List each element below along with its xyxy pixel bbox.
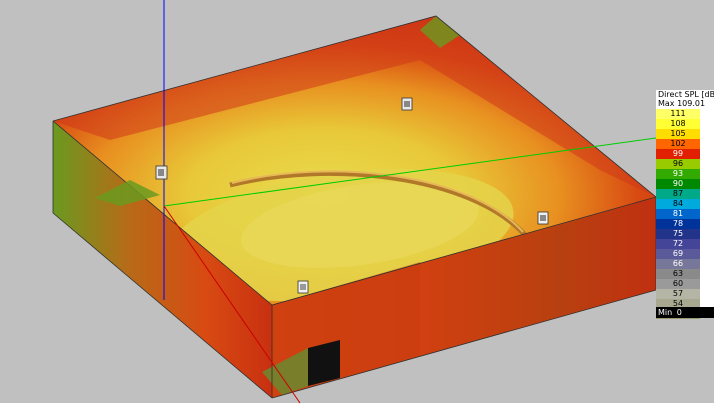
legend-step-value: 102 <box>670 139 686 148</box>
legend-step-value: 105 <box>670 129 686 138</box>
legend-step-value: 66 <box>672 259 684 268</box>
legend-step-value: 72 <box>672 239 684 248</box>
legend-step-value: 96 <box>672 159 684 168</box>
legend-step: 102 <box>656 139 714 149</box>
legend-step: 90 <box>656 179 714 189</box>
legend-step: 63 <box>656 269 714 279</box>
speaker-icon[interactable] <box>537 211 549 225</box>
legend-step-value: 63 <box>672 269 684 278</box>
entrance-opening <box>308 340 340 386</box>
legend-step: 72 <box>656 239 714 249</box>
spl-mapping-scene[interactable] <box>0 0 714 403</box>
legend-min-value: 0 <box>676 308 682 317</box>
legend-step: 78 <box>656 219 714 229</box>
legend-step: 66 <box>656 259 714 269</box>
speaker-icon[interactable] <box>155 165 168 180</box>
legend-step: 96 <box>656 159 714 169</box>
legend-scale: 111 108 105 102 99 96 93 90 87 84 81 78 75 72 69 66 63 60… <box>656 109 714 319</box>
legend-step-value: 60 <box>672 279 684 288</box>
legend-step: 84 <box>656 199 714 209</box>
legend-step-value: 90 <box>672 179 684 188</box>
spl-color-legend: Direct SPL [dB] Max 109.01 111 108 105 102 9… <box>656 90 714 319</box>
legend-step: 93 <box>656 169 714 179</box>
legend-step: 81 <box>656 209 714 219</box>
legend-step-value: 111 <box>670 109 686 118</box>
legend-step: 87 <box>656 189 714 199</box>
legend-step: 108 <box>656 119 714 129</box>
legend-step: 57 <box>656 289 714 299</box>
legend-step-value: 69 <box>672 249 684 258</box>
legend-step-value: 78 <box>672 219 684 228</box>
3d-viewport[interactable]: Direct SPL [dB] Max 109.01 111 108 105 102 9… <box>0 0 714 403</box>
legend-step: 60 <box>656 279 714 289</box>
speaker-icon[interactable] <box>297 280 309 294</box>
legend-max-row: Max 109.01 <box>658 99 705 109</box>
legend-max-value: 109.01 <box>677 99 706 108</box>
legend-step-value: 57 <box>672 289 684 298</box>
legend-step: 111 <box>656 109 714 119</box>
legend-max-label: Max <box>658 99 675 108</box>
legend-step: 75 <box>656 229 714 239</box>
speaker-icon[interactable] <box>401 97 413 111</box>
legend-min-row: Min 0 <box>656 307 714 318</box>
legend-min-label: Min <box>658 308 673 317</box>
legend-step-value: 93 <box>672 169 684 178</box>
legend-step-value: 87 <box>672 189 684 198</box>
legend-step-value: 108 <box>670 119 686 128</box>
legend-step: 105 <box>656 129 714 139</box>
legend-step-value: 84 <box>672 199 684 208</box>
legend-step-value: 75 <box>672 229 684 238</box>
legend-step: 99 <box>656 149 714 159</box>
legend-step-value: 99 <box>672 149 684 158</box>
legend-step: 69 <box>656 249 714 259</box>
legend-step-value: 81 <box>672 209 684 218</box>
